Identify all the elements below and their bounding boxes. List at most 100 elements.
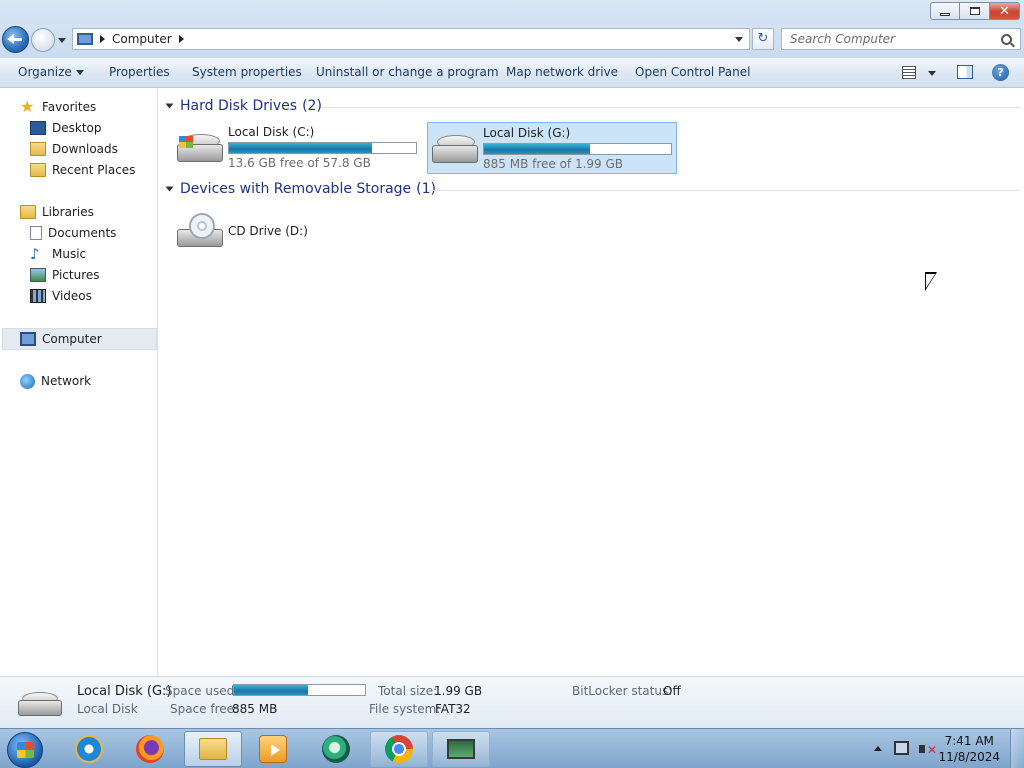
search-box[interactable] xyxy=(781,28,1021,50)
system-tray: ✕ 7:41 AM 11/8/2024 xyxy=(864,729,1024,768)
refresh-button[interactable]: ↻ xyxy=(752,28,774,50)
sidebar-item-pictures[interactable]: Pictures xyxy=(30,265,100,285)
bitlocker-value: Off xyxy=(663,684,681,698)
close-icon: ✕ xyxy=(999,3,1010,19)
desktop-icon xyxy=(30,121,46,135)
star-icon: ★ xyxy=(20,97,35,116)
show-hidden-icons-icon[interactable] xyxy=(874,746,882,751)
file-system-label: File system: xyxy=(369,702,441,716)
view-options-dropdown-icon[interactable] xyxy=(928,71,936,76)
show-desktop-button[interactable] xyxy=(1010,729,1024,768)
taskbar-internet-explorer[interactable] xyxy=(60,731,118,767)
back-button[interactable] xyxy=(2,26,29,53)
chevron-right-icon[interactable] xyxy=(100,35,105,43)
file-system-value: FAT32 xyxy=(435,702,471,716)
help-icon[interactable]: ? xyxy=(992,64,1009,81)
media-player-icon xyxy=(259,735,287,763)
sidebar-item-music[interactable]: ♪ Music xyxy=(30,244,86,264)
drive-usage-fill xyxy=(229,143,373,153)
firefox-icon xyxy=(136,735,164,763)
network-status-icon[interactable] xyxy=(894,741,909,755)
sidebar-item-computer[interactable]: Computer xyxy=(20,329,102,349)
chevron-right-icon[interactable] xyxy=(178,35,184,43)
downloads-folder-icon xyxy=(30,142,46,156)
taskbar-system-monitor[interactable] xyxy=(432,731,490,767)
sidebar-item-recent-places[interactable]: Recent Places xyxy=(30,160,135,180)
properties-button[interactable]: Properties xyxy=(109,65,170,79)
cd-drive-icon xyxy=(177,213,223,251)
bitlocker-label: BitLocker status: xyxy=(572,684,673,698)
restore-icon xyxy=(969,7,980,15)
details-drive-name: Local Disk (G:) xyxy=(77,684,172,699)
pictures-icon xyxy=(30,268,46,282)
drive-usage-bar xyxy=(228,142,417,154)
open-control-panel-button[interactable]: Open Control Panel xyxy=(635,65,750,79)
sidebar-item-favorites[interactable]: ★ Favorites xyxy=(20,97,96,117)
preview-pane-icon[interactable] xyxy=(957,65,973,79)
taskbar-windows-explorer[interactable] xyxy=(184,731,242,767)
drive-free-space: 13.6 GB free of 57.8 GB xyxy=(228,156,371,170)
hard-drive-icon xyxy=(177,132,223,166)
collapse-icon[interactable] xyxy=(165,186,174,192)
windows-logo-icon xyxy=(179,136,193,148)
group-header-hard-disk-drives[interactable]: Hard Disk Drives (2) xyxy=(165,98,322,114)
sidebar-item-downloads[interactable]: Downloads xyxy=(30,139,118,159)
recent-pages-dropdown[interactable] xyxy=(58,38,66,43)
group-header-removable-storage[interactable]: Devices with Removable Storage (1) xyxy=(165,181,436,197)
drive-tile-c[interactable]: Local Disk (C:) 13.6 GB free of 57.8 GB xyxy=(173,122,423,174)
close-button[interactable]: ✕ xyxy=(990,2,1020,20)
taskbar-green-app[interactable] xyxy=(307,731,365,767)
sidebar-item-desktop[interactable]: Desktop xyxy=(30,118,102,138)
space-used-label: Space used: xyxy=(165,684,239,698)
breadcrumb-computer[interactable]: Computer xyxy=(112,32,172,46)
change-view-icon[interactable] xyxy=(902,66,916,79)
space-used-bar xyxy=(233,684,366,696)
drive-tile-d[interactable]: CD Drive (D:) xyxy=(173,207,423,259)
search-icon[interactable] xyxy=(1001,33,1012,45)
hard-drive-icon xyxy=(432,133,478,167)
mouse-cursor-icon xyxy=(925,272,937,291)
clock[interactable]: 7:41 AM 11/8/2024 xyxy=(938,733,1000,765)
organize-button[interactable]: Organize xyxy=(18,65,84,79)
details-pane: Local Disk (G:) Local Disk Space used: S… xyxy=(0,676,1024,728)
start-button[interactable] xyxy=(7,732,43,768)
taskbar-firefox[interactable] xyxy=(121,731,179,767)
documents-icon xyxy=(30,226,42,240)
sidebar-item-videos[interactable]: Videos xyxy=(30,286,92,306)
green-app-icon xyxy=(322,735,350,763)
map-network-drive-button[interactable]: Map network drive xyxy=(506,65,618,79)
space-free-label: Space free: xyxy=(170,702,239,716)
sidebar-item-documents[interactable]: Documents xyxy=(30,223,116,243)
address-bar[interactable]: Computer xyxy=(72,28,750,50)
speaker-muted-icon[interactable]: ✕ xyxy=(919,741,937,757)
sidebar-item-libraries[interactable]: Libraries xyxy=(20,202,94,222)
drive-tile-g[interactable]: Local Disk (G:) 885 MB free of 1.99 GB xyxy=(427,122,677,174)
minimize-button[interactable] xyxy=(930,2,960,20)
hard-drive-icon xyxy=(18,692,62,718)
search-input[interactable] xyxy=(782,30,1001,48)
total-size-value: 1.99 GB xyxy=(434,684,483,698)
taskbar-chrome[interactable] xyxy=(370,731,428,767)
drive-name: Local Disk (G:) xyxy=(483,126,571,140)
taskbar: ✕ 7:41 AM 11/8/2024 xyxy=(0,728,1024,768)
taskbar-media-player[interactable] xyxy=(244,731,302,767)
forward-button[interactable] xyxy=(31,28,55,52)
network-icon xyxy=(20,373,35,389)
group-divider xyxy=(429,190,1021,191)
sidebar-item-network[interactable]: Network xyxy=(20,371,91,391)
address-dropdown-icon[interactable] xyxy=(735,37,743,42)
collapse-icon[interactable] xyxy=(165,103,174,109)
space-free-value: 885 MB xyxy=(232,702,278,716)
drive-usage-bar xyxy=(483,143,672,155)
maximize-button[interactable] xyxy=(960,2,990,20)
group-divider xyxy=(321,107,1021,108)
clock-time: 7:41 AM xyxy=(944,734,994,748)
system-properties-button[interactable]: System properties xyxy=(192,65,302,79)
internet-explorer-icon xyxy=(75,735,103,763)
uninstall-program-button[interactable]: Uninstall or change a program xyxy=(316,65,499,79)
title-bar: ✕ xyxy=(0,0,1024,24)
system-monitor-icon xyxy=(447,739,475,759)
chrome-icon xyxy=(385,735,413,763)
address-row: Computer ↻ xyxy=(0,24,1024,58)
content-pane: Hard Disk Drives (2) Local Disk (C:) 13.… xyxy=(159,89,1024,676)
